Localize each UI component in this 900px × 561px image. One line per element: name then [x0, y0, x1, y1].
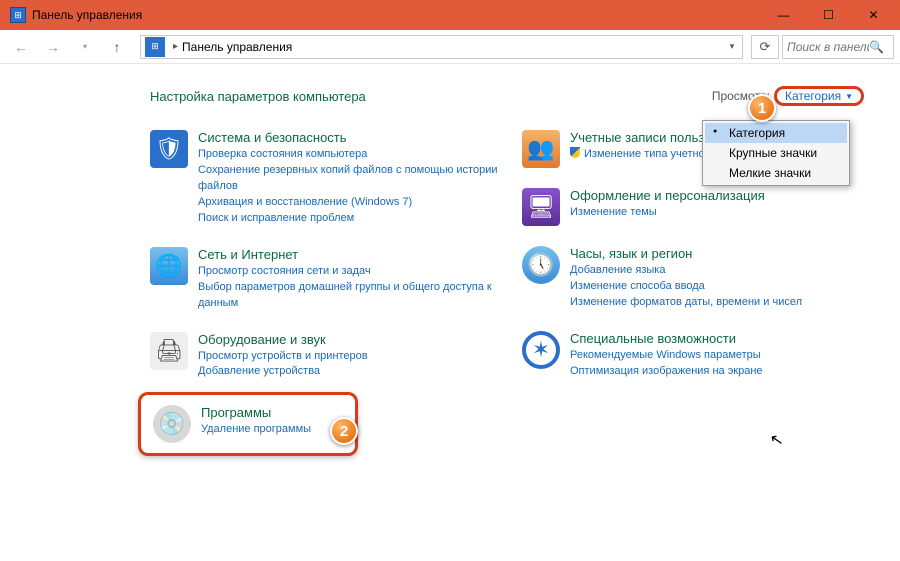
- link-backup-restore[interactable]: Архивация и восстановление (Windows 7): [198, 195, 512, 211]
- navbar: ← → ▾ ↑ ▸ Панель управления ▾ ⟳ 🔍: [0, 30, 900, 64]
- refresh-button[interactable]: ⟳: [751, 35, 779, 59]
- category-title[interactable]: Оформление и персонализация: [570, 188, 765, 203]
- link-change-theme[interactable]: Изменение темы: [570, 205, 765, 221]
- app-icon: [10, 7, 26, 23]
- category-title[interactable]: Сеть и Интернет: [198, 247, 512, 262]
- link-add-device[interactable]: Добавление устройства: [198, 364, 368, 380]
- close-button[interactable]: ✕: [851, 0, 896, 30]
- link-recommended-settings[interactable]: Рекомендуемые Windows параметры: [570, 348, 763, 364]
- breadcrumb-text[interactable]: Панель управления: [182, 40, 722, 54]
- dropdown-item-small-icons[interactable]: Мелкие значки: [705, 163, 847, 183]
- callout-badge-1: 1: [748, 94, 776, 122]
- callout-badge-2: 2: [330, 417, 358, 445]
- category-title[interactable]: Оборудование и звук: [198, 332, 368, 347]
- dropdown-item-large-icons[interactable]: Крупные значки: [705, 143, 847, 163]
- link-troubleshoot[interactable]: Поиск и исправление проблем: [198, 211, 512, 227]
- window-title: Панель управления: [32, 8, 761, 22]
- view-by-value: Категория: [785, 89, 841, 103]
- recent-dropdown[interactable]: ▾: [70, 32, 100, 62]
- category-title[interactable]: Программы: [201, 405, 311, 420]
- network-icon: 🌐: [150, 247, 188, 285]
- accessibility-icon: ✶: [522, 331, 560, 369]
- users-icon: 👥: [522, 130, 560, 168]
- link-input-method[interactable]: Изменение способа ввода: [570, 279, 802, 295]
- link-optimize-display[interactable]: Оптимизация изображения на экране: [570, 364, 763, 380]
- link-homegroup[interactable]: Выбор параметров домашней группы и общег…: [198, 280, 512, 312]
- category-title[interactable]: Система и безопасность: [198, 130, 512, 145]
- shield-icon: 🛡: [150, 130, 188, 168]
- category-system-security: 🛡 Система и безопасность Проверка состоя…: [150, 130, 512, 227]
- link-uninstall-program[interactable]: Удаление программы: [201, 422, 311, 438]
- up-button[interactable]: ↑: [102, 32, 132, 62]
- personalization-icon: 🖥: [522, 188, 560, 226]
- view-by-dropdown[interactable]: Категория ▼: [774, 86, 864, 106]
- programs-highlight: 💿 Программы Удаление программы: [138, 392, 358, 456]
- search-input[interactable]: [787, 40, 869, 54]
- link-check-status[interactable]: Проверка состояния компьютера: [198, 147, 512, 163]
- address-bar[interactable]: ▸ Панель управления ▾: [140, 35, 743, 59]
- forward-button[interactable]: →: [38, 32, 68, 62]
- chevron-down-icon: ▼: [845, 92, 853, 101]
- printer-icon: 🖨: [150, 332, 188, 370]
- category-title[interactable]: Часы, язык и регион: [570, 246, 802, 261]
- maximize-button[interactable]: ☐: [806, 0, 851, 30]
- category-title[interactable]: Специальные возможности: [570, 331, 763, 346]
- category-appearance: 🖥 Оформление и персонализация Изменение …: [522, 188, 884, 226]
- category-clock-lang-region: 🕔 Часы, язык и регион Добавление языка И…: [522, 246, 884, 311]
- link-datetime-formats[interactable]: Изменение форматов даты, времени и чисел: [570, 295, 802, 311]
- search-bar[interactable]: 🔍: [782, 35, 894, 59]
- left-column: 🛡 Система и безопасность Проверка состоя…: [150, 130, 512, 456]
- back-button[interactable]: ←: [6, 32, 36, 62]
- category-hardware: 🖨 Оборудование и звук Просмотр устройств…: [150, 332, 512, 381]
- view-by: Просмотр: Категория ▼: [712, 86, 864, 106]
- page-heading: Настройка параметров компьютера: [150, 89, 366, 104]
- category-network: 🌐 Сеть и Интернет Просмотр состояния сет…: [150, 247, 512, 312]
- dropdown-item-category[interactable]: Категория: [705, 123, 847, 143]
- link-devices-printers[interactable]: Просмотр устройств и принтеров: [198, 349, 368, 365]
- breadcrumb-sep: ▸: [173, 41, 178, 52]
- link-network-status[interactable]: Просмотр состояния сети и задач: [198, 264, 512, 280]
- category-ease-of-access: ✶ Специальные возможности Рекомендуемые …: [522, 331, 884, 380]
- link-file-history[interactable]: Сохранение резервных копий файлов с помо…: [198, 163, 512, 195]
- disc-icon: 💿: [153, 405, 191, 443]
- titlebar: Панель управления — ☐ ✕: [0, 0, 900, 30]
- link-add-language[interactable]: Добавление языка: [570, 263, 802, 279]
- control-panel-icon: [145, 37, 165, 57]
- clock-icon: 🕔: [522, 246, 560, 284]
- minimize-button[interactable]: —: [761, 0, 806, 30]
- address-dropdown-icon[interactable]: ▾: [722, 41, 742, 52]
- category-programs: 💿 Программы Удаление программы: [153, 405, 343, 443]
- viewby-dropdown-menu: Категория Крупные значки Мелкие значки: [702, 120, 850, 186]
- search-icon: 🔍: [869, 40, 884, 54]
